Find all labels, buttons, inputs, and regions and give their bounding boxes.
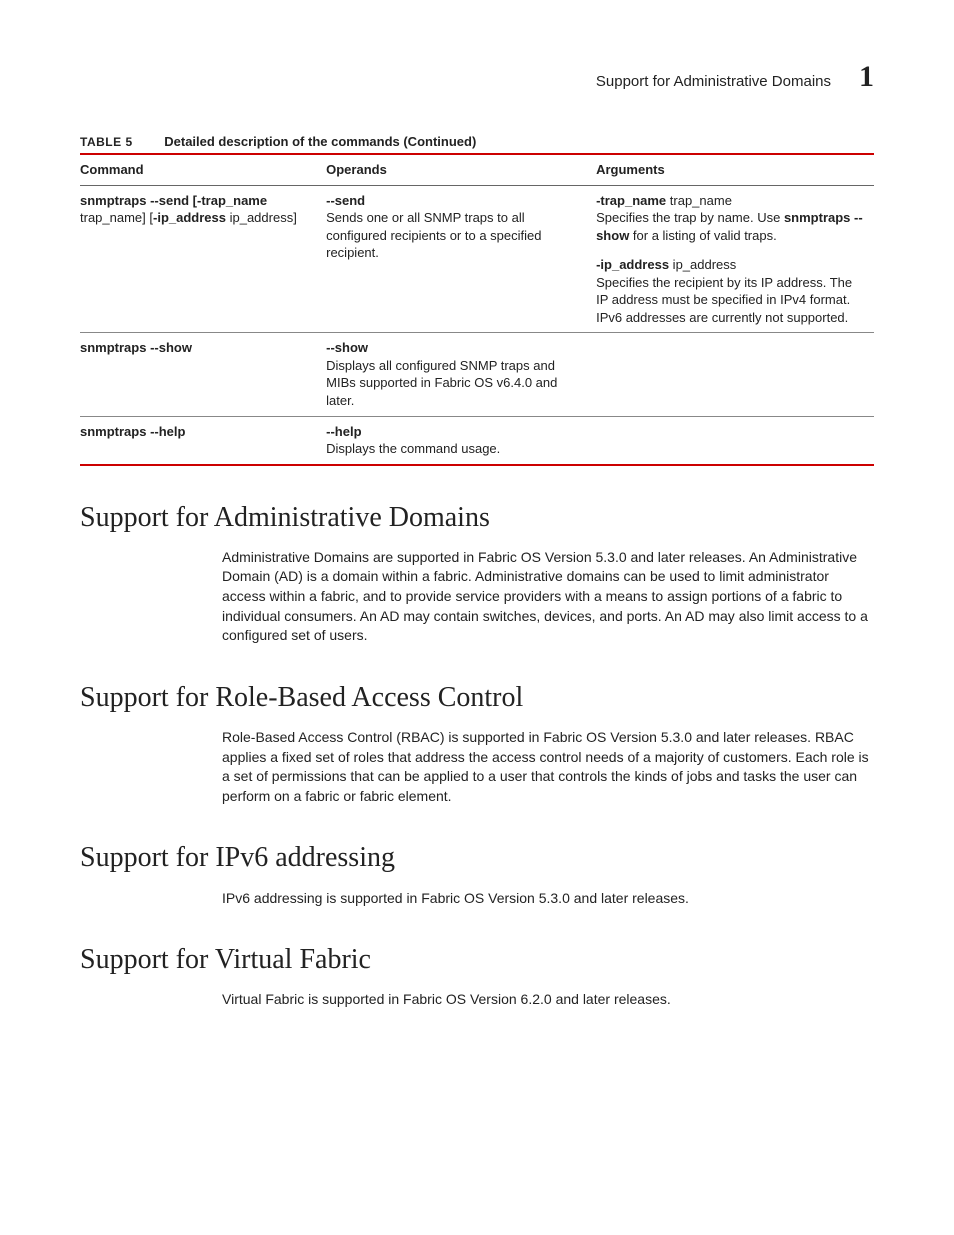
cell-command: snmptraps --show (80, 333, 326, 416)
command-text: trap_name] [ (80, 210, 153, 225)
argument-description: Specifies the trap by name. Use snmptrap… (596, 209, 864, 244)
col-arguments: Arguments (596, 154, 874, 185)
page: Support for Administrative Domains 1 TAB… (0, 0, 954, 1235)
table-caption-text: Detailed description of the commands (Co… (164, 134, 476, 149)
operand-name: --help (326, 424, 361, 439)
cell-command: snmptraps --help (80, 416, 326, 465)
command-text: snmptraps --help (80, 424, 185, 439)
running-title: Support for Administrative Domains (596, 73, 831, 90)
section-body: IPv6 addressing is supported in Fabric O… (222, 889, 874, 909)
cell-arguments: -trap_name trap_name Specifies the trap … (596, 185, 874, 333)
cell-arguments (596, 333, 874, 416)
operand-description: Displays all configured SNMP traps and M… (326, 357, 586, 410)
argument-name: -ip_address (596, 257, 669, 272)
argument-block: -ip_address ip_address Specifies the rec… (596, 256, 864, 326)
section-body: Role-Based Access Control (RBAC) is supp… (222, 728, 874, 806)
operand-description: Displays the command usage. (326, 440, 586, 458)
section-body: Administrative Domains are supported in … (222, 548, 874, 646)
cell-command: snmptraps --send [-trap_name trap_name] … (80, 185, 326, 333)
section-heading: Support for Role-Based Access Control (80, 682, 874, 714)
table-header-row: Command Operands Arguments (80, 154, 874, 185)
argument-value: ip_address (669, 257, 736, 272)
command-text: ip_address] (226, 210, 297, 225)
section-body: Virtual Fabric is supported in Fabric OS… (222, 990, 874, 1010)
col-command: Command (80, 154, 326, 185)
chapter-number: 1 (859, 60, 874, 94)
argument-value: trap_name (666, 193, 732, 208)
argument-block: -trap_name trap_name Specifies the trap … (596, 192, 864, 245)
operand-description: Sends one or all SNMP traps to all confi… (326, 209, 586, 262)
table-caption: TABLE 5 Detailed description of the comm… (80, 134, 874, 149)
command-text: snmptraps --show (80, 340, 192, 355)
commands-table: Command Operands Arguments snmptraps --s… (80, 153, 874, 466)
command-text: -ip_address (153, 210, 226, 225)
table-row: snmptraps --send [-trap_name trap_name] … (80, 185, 874, 333)
section-heading: Support for IPv6 addressing (80, 842, 874, 874)
cell-operands: --help Displays the command usage. (326, 416, 596, 465)
col-operands: Operands (326, 154, 596, 185)
command-text: snmptraps --send [-trap_name (80, 193, 267, 208)
table-row: snmptraps --help --help Displays the com… (80, 416, 874, 465)
cell-operands: --send Sends one or all SNMP traps to al… (326, 185, 596, 333)
argument-name: -trap_name (596, 193, 666, 208)
operand-name: --send (326, 193, 365, 208)
argument-description: Specifies the recipient by its IP addres… (596, 274, 864, 327)
cell-operands: --show Displays all configured SNMP trap… (326, 333, 596, 416)
table-label: TABLE 5 (80, 135, 133, 149)
operand-name: --show (326, 340, 368, 355)
running-header: Support for Administrative Domains 1 (80, 60, 874, 94)
table-row: snmptraps --show --show Displays all con… (80, 333, 874, 416)
cell-arguments (596, 416, 874, 465)
section-heading: Support for Administrative Domains (80, 502, 874, 534)
section-heading: Support for Virtual Fabric (80, 944, 874, 976)
